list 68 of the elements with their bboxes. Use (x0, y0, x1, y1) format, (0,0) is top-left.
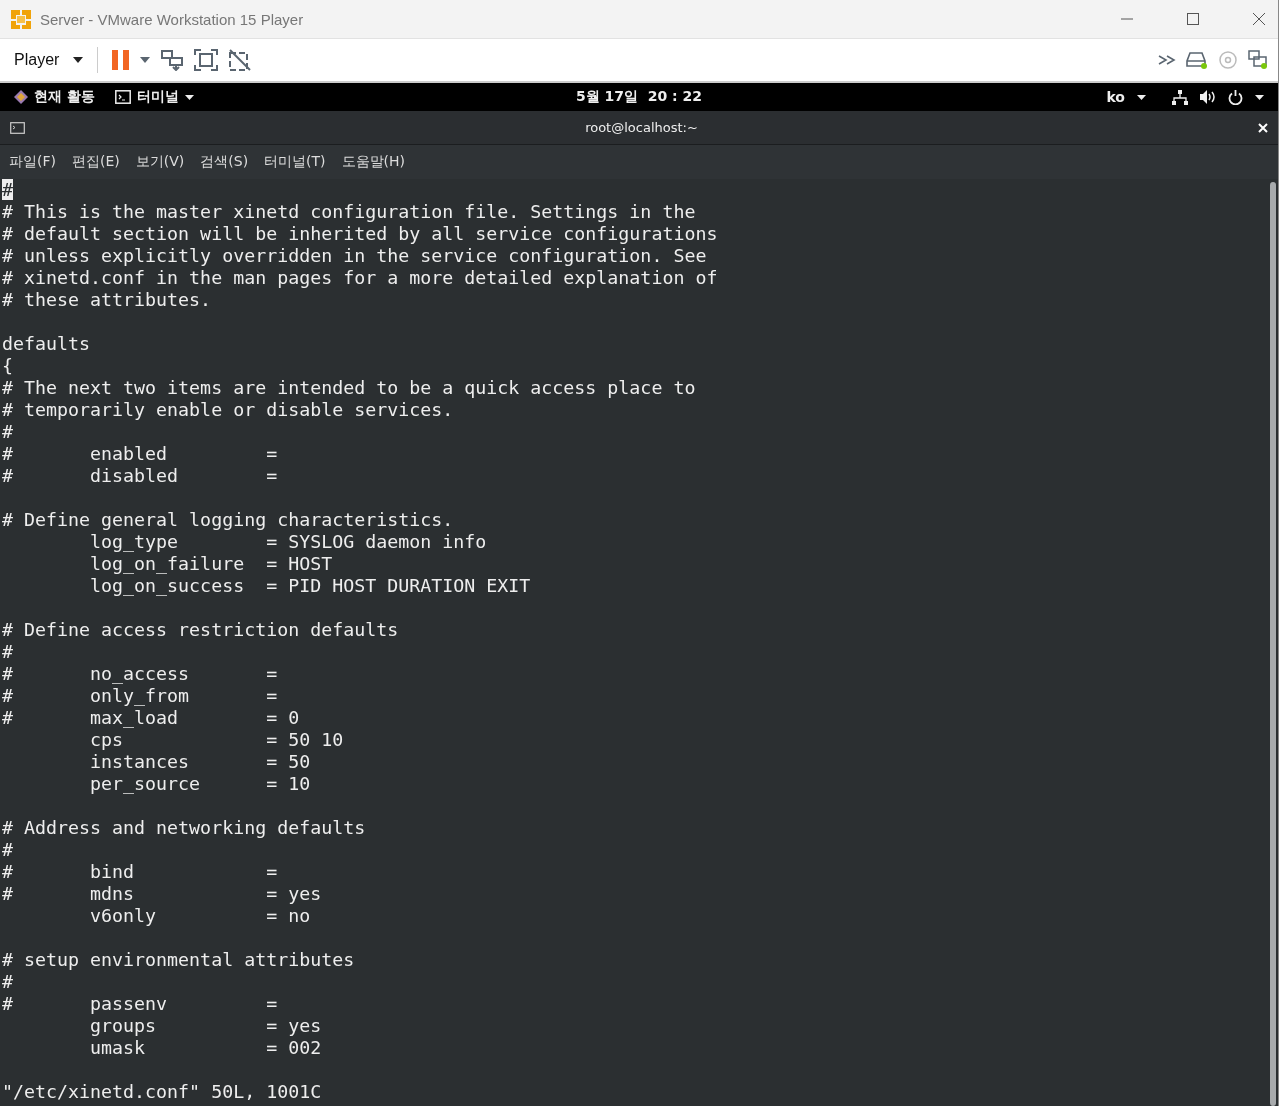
volume-icon[interactable] (1200, 90, 1216, 104)
terminal-line: # Define general logging characteristics. (2, 509, 455, 531)
terminal-line: log_on_success = PID HOST DURATION EXIT (89, 575, 532, 597)
terminal-line: defaults (2, 333, 92, 355)
terminal-line: log_type = SYSLOG daemon info (89, 531, 488, 553)
input-method-button[interactable]: ko (1106, 89, 1125, 105)
terminal-line: per_source = 10 (89, 773, 312, 795)
scrollbar[interactable] (1270, 182, 1276, 1106)
terminal-line: # no_access = (2, 663, 279, 685)
app-logo-icon (10, 8, 32, 30)
caret-icon[interactable] (184, 94, 194, 100)
terminal-line: # unless explicitly overridden in the service configuration. See (2, 245, 708, 267)
terminal-line: # max_load = 0 (2, 707, 301, 729)
terminal-line: # default section will be inherited by all service configurations (2, 223, 719, 245)
power-icon[interactable] (1228, 89, 1243, 105)
terminal-line: "/etc/xinetd.conf" 50L, 1001C (2, 1081, 323, 1103)
terminal-line: instances = 50 (89, 751, 312, 773)
menu-item[interactable]: 편집(E) (72, 153, 120, 171)
terminal-line: # (2, 421, 14, 443)
terminal-title: root@localhost:~ (585, 120, 698, 135)
terminal-line: # (2, 839, 14, 861)
menu-item[interactable]: 파일(F) (9, 153, 56, 171)
display-icon[interactable] (1248, 50, 1268, 70)
double-chevron-icon[interactable] (1158, 55, 1176, 65)
caret-icon[interactable] (73, 57, 84, 63)
caret-icon[interactable] (1137, 94, 1146, 100)
terminal-line: # enabled = (2, 443, 279, 465)
terminal-line: # setup environmental attributes (2, 949, 356, 971)
pause-icon[interactable] (112, 50, 131, 70)
terminal-line: # passenv = (2, 993, 279, 1015)
network-icon[interactable] (1172, 89, 1188, 105)
maximize-icon[interactable] (1186, 12, 1200, 26)
terminal-line: # these attributes. (2, 289, 213, 311)
menu-item[interactable]: 도움말(H) (341, 153, 406, 171)
activities-button[interactable]: 현재 활동 (34, 88, 95, 106)
terminal-line: # (2, 971, 14, 993)
terminal-line: groups = yes (89, 1015, 323, 1037)
terminal-line: # Define access restriction defaults (2, 619, 400, 641)
menu-item[interactable]: 터미널(T) (264, 153, 326, 171)
terminal-line: # This is the master xinetd configuration file. Settings in the (2, 201, 697, 223)
terminal-line: v6only = no (89, 905, 312, 927)
menu-item[interactable]: 보기(V) (135, 153, 185, 171)
app-menu-button[interactable]: 터미널 (136, 88, 179, 106)
window-title: Server - VMware Workstation 15 Player (40, 10, 304, 28)
close-icon[interactable] (1252, 12, 1266, 26)
terminal-icon (10, 121, 25, 134)
hard-disk-icon[interactable] (1186, 51, 1208, 69)
terminal-line: log_on_failure = HOST (89, 553, 334, 575)
activities-logo-icon (14, 90, 28, 104)
terminal-line: # only_from = (2, 685, 279, 707)
terminal-icon (114, 90, 131, 104)
terminal-line: # xinetd.conf in the man pages for a more detailed explanation of (2, 267, 719, 289)
terminal-line: # The next two items are intended to be a quick access place to (2, 377, 697, 399)
clock[interactable]: 5월 17일 20 : 22 (575, 88, 703, 106)
terminal-line: { (2, 355, 14, 377)
unity-off-icon[interactable] (228, 48, 253, 72)
terminal-line: cps = 50 10 (89, 729, 345, 751)
player-menu-button[interactable]: Player (6, 49, 64, 71)
fullscreen-icon[interactable] (194, 49, 219, 71)
caret-icon[interactable] (1255, 94, 1264, 100)
terminal-line: umask = 002 (89, 1037, 323, 1059)
terminal-line: # Address and networking defaults (2, 817, 367, 839)
terminal-line: # mdns = yes (2, 883, 323, 905)
terminal-line: # disabled = (2, 465, 279, 487)
terminal-line: # bind = (2, 861, 279, 883)
terminal-line: # (2, 641, 14, 663)
menu-item[interactable]: 검색(S) (200, 153, 249, 171)
terminal-line: # temporarily enable or disable services. (2, 399, 455, 421)
